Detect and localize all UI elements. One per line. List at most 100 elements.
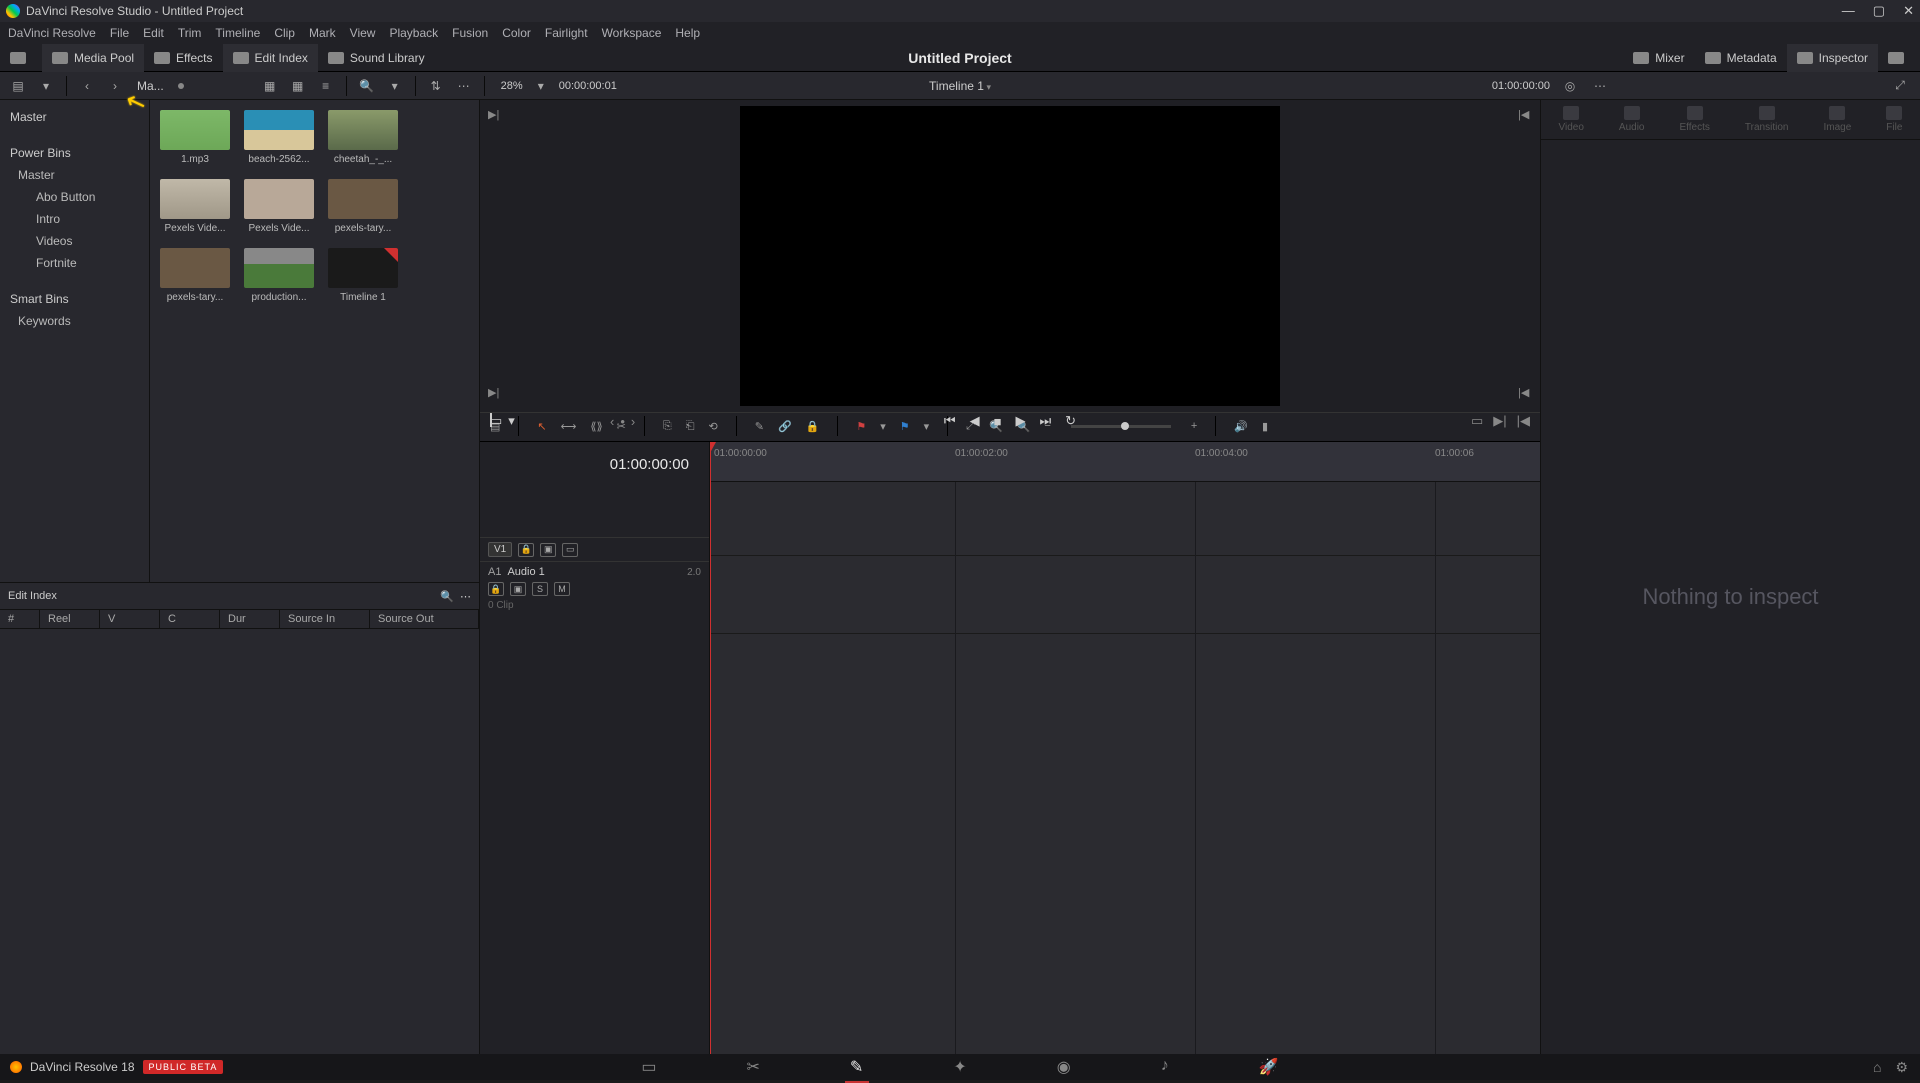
last-frame-icon[interactable]: |◀ [1518, 386, 1532, 400]
inspector-button[interactable]: Inspector [1787, 44, 1878, 72]
inspector-tab-file[interactable]: File [1886, 106, 1902, 133]
menu-fusion[interactable]: Fusion [452, 26, 488, 40]
menu-view[interactable]: View [350, 26, 376, 40]
menu-color[interactable]: Color [502, 26, 531, 40]
clip-thumb[interactable]: Pexels Vide... [244, 179, 314, 234]
clip-thumb[interactable]: cheetah_-_... [328, 110, 398, 165]
bin-item[interactable]: Abo Button [0, 186, 149, 208]
bin-master[interactable]: Master [0, 106, 149, 128]
edit-index-button[interactable]: Edit Index [223, 44, 318, 72]
clip-thumb[interactable]: pexels-tary... [328, 179, 398, 234]
auto-select-icon[interactable]: ▣ [540, 543, 556, 557]
col-srcout[interactable]: Source Out [370, 610, 479, 628]
maximize-button[interactable]: ▢ [1873, 3, 1885, 19]
menu-mark[interactable]: Mark [309, 26, 336, 40]
page-cut[interactable]: ✂ [747, 1057, 760, 1077]
sort-button[interactable]: ⇅ [426, 76, 446, 96]
menu-workspace[interactable]: Workspace [602, 26, 662, 40]
metadata-button[interactable]: Metadata [1695, 44, 1787, 72]
page-deliver[interactable]: 🚀 [1259, 1057, 1279, 1077]
col-num[interactable]: # [0, 610, 40, 628]
menu-playback[interactable]: Playback [389, 26, 438, 40]
bin-item[interactable]: Intro [0, 208, 149, 230]
viewer-zoom-percent[interactable]: 28% [501, 80, 523, 92]
bin-item[interactable]: Master [0, 164, 149, 186]
clip-thumb[interactable]: beach-2562... [244, 110, 314, 165]
match-frame-icon[interactable]: ▶| [488, 108, 502, 122]
menu-timeline[interactable]: Timeline [215, 26, 260, 40]
minimize-button[interactable]: — [1842, 3, 1855, 19]
step-back-button[interactable]: ◀ [970, 413, 980, 429]
track-label[interactable]: Audio 1 [507, 566, 544, 578]
home-button[interactable]: ⌂ [1873, 1059, 1881, 1076]
timeline-canvas[interactable]: 01:00:00:00 01:00:02:00 01:00:04:00 01:0… [710, 442, 1540, 1054]
options-icon[interactable]: ⋯ [460, 591, 471, 603]
lock-icon[interactable]: 🔒 [518, 543, 534, 557]
track-tag[interactable]: V1 [488, 542, 512, 557]
expand-button[interactable] [1878, 44, 1920, 72]
sound-library-button[interactable]: Sound Library [318, 44, 435, 72]
page-fusion[interactable]: ✦ [953, 1057, 966, 1077]
pool-options-button[interactable]: ⋯ [454, 76, 474, 96]
col-reel[interactable]: Reel [40, 610, 100, 628]
col-c[interactable]: C [160, 610, 220, 628]
chevron-down-icon[interactable]: ▾ [385, 76, 405, 96]
search-icon[interactable]: 🔍 [357, 76, 377, 96]
lock-icon[interactable]: 🔒 [488, 582, 504, 596]
playhead[interactable] [710, 442, 711, 1054]
menu-resolve[interactable]: DaVinci Resolve [8, 26, 96, 40]
bin-item[interactable]: Keywords [0, 310, 149, 332]
audio-track-a1[interactable]: A1 Audio 1 2.0 🔒 ▣ S M 0 Clip [480, 561, 709, 615]
zoom-slider[interactable] [1071, 425, 1171, 428]
prev-edit-icon[interactable]: ‹ [610, 414, 614, 429]
dropdown-icon[interactable]: ▾ [36, 76, 56, 96]
next-clip-button[interactable]: ▶| [1493, 413, 1506, 429]
effects-button[interactable]: Effects [144, 44, 222, 72]
menu-fairlight[interactable]: Fairlight [545, 26, 588, 40]
bin-item[interactable]: Videos [0, 230, 149, 252]
match-button[interactable]: ▭ [1471, 413, 1483, 429]
inspector-tab-audio[interactable]: Audio [1619, 106, 1645, 133]
prev-clip-button[interactable]: |◀ [1517, 413, 1530, 429]
viewer-frame[interactable]: ▶| |◀ ▶| |◀ [480, 100, 1540, 412]
fullscreen-viewer-button[interactable] [0, 44, 42, 72]
chevron-down-icon[interactable]: ▾ [531, 76, 551, 96]
timeline-timecode[interactable]: 01:00:00:00 [480, 442, 709, 487]
go-first-button[interactable]: ⏮ [944, 413, 956, 429]
clip-thumb[interactable]: pexels-tary... [160, 248, 230, 303]
col-v[interactable]: V [100, 610, 160, 628]
menu-clip[interactable]: Clip [274, 26, 295, 40]
media-pool-button[interactable]: Media Pool [42, 44, 144, 72]
inspector-tab-video[interactable]: Video [1559, 106, 1584, 133]
viewer-options-button[interactable]: ⋯ [1590, 76, 1610, 96]
search-icon[interactable]: 🔍 [440, 591, 454, 603]
video-track-v1[interactable]: V1 🔒 ▣ ▭ [480, 537, 709, 561]
track-tag[interactable]: A1 [488, 566, 501, 578]
crop-button[interactable]: ▭ [490, 413, 502, 429]
project-settings-button[interactable]: ⚙ [1895, 1059, 1908, 1076]
grid-view-button[interactable]: ▦ [288, 76, 308, 96]
menu-trim[interactable]: Trim [178, 26, 202, 40]
inspector-tab-effects[interactable]: Effects [1680, 106, 1710, 133]
page-edit[interactable]: ✎ [850, 1057, 863, 1077]
menu-edit[interactable]: Edit [143, 26, 164, 40]
clip-thumb[interactable]: 1.mp3 [160, 110, 230, 165]
bypass-fx-button[interactable]: ◎ [1560, 76, 1580, 96]
menu-help[interactable]: Help [675, 26, 700, 40]
mixer-button[interactable]: Mixer [1623, 44, 1694, 72]
close-button[interactable]: ✕ [1903, 3, 1914, 19]
bin-item[interactable]: Fortnite [0, 252, 149, 274]
page-fairlight[interactable]: ♪ [1161, 1057, 1169, 1077]
clip-thumb[interactable]: Pexels Vide... [160, 179, 230, 234]
expand-inspector-button[interactable]: ⤢ [1890, 76, 1910, 96]
match-frame-icon[interactable]: |◀ [1518, 108, 1532, 122]
marker-dot-icon[interactable]: • [620, 414, 625, 429]
col-srcin[interactable]: Source In [280, 610, 370, 628]
inspector-tab-transition[interactable]: Transition [1745, 106, 1789, 133]
stop-button[interactable]: ■ [994, 414, 1002, 429]
thumb-view-button[interactable]: ▦ [260, 76, 280, 96]
clip-thumb[interactable]: production... [244, 248, 314, 303]
first-frame-icon[interactable]: ▶| [488, 386, 502, 400]
auto-select-icon[interactable]: ▣ [510, 582, 526, 596]
col-dur[interactable]: Dur [220, 610, 280, 628]
